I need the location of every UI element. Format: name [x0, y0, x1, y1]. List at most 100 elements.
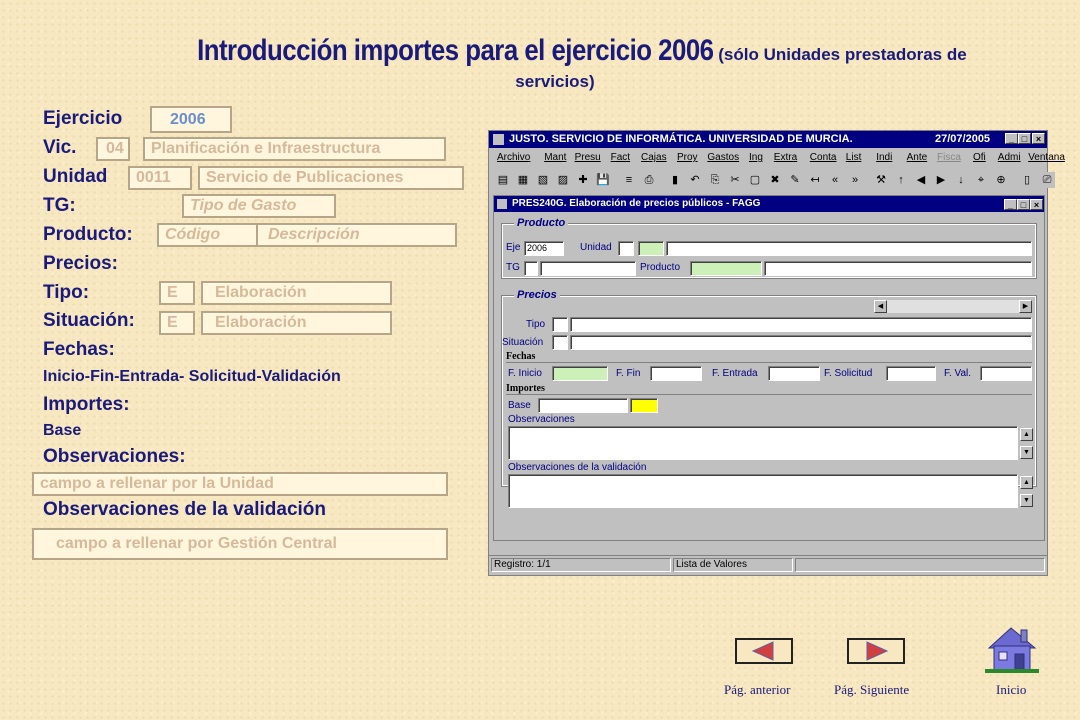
- up-icon[interactable]: ↑: [893, 172, 909, 188]
- undo-icon[interactable]: ↶: [687, 172, 703, 188]
- list-icon[interactable]: ≡: [621, 172, 637, 188]
- tg-desc-input[interactable]: [540, 261, 636, 276]
- unidad-green-input[interactable]: [638, 241, 664, 256]
- fsolicitud-input[interactable]: [886, 366, 936, 381]
- fval-input[interactable]: [980, 366, 1032, 381]
- target-icon[interactable]: ⌖: [973, 172, 989, 188]
- paste-icon[interactable]: ⎘: [707, 172, 723, 188]
- table-icon[interactable]: ▤: [495, 172, 511, 188]
- unidad-code-input[interactable]: [618, 241, 634, 256]
- filter-icon[interactable]: ▧: [535, 172, 551, 188]
- tipo-code-input[interactable]: [552, 317, 568, 332]
- left-icon[interactable]: ◀: [913, 172, 929, 188]
- menu-item-ing[interactable]: Ing: [749, 152, 763, 163]
- grid-icon[interactable]: ▦: [515, 172, 531, 188]
- inner-close-button[interactable]: ×: [1030, 199, 1043, 210]
- home-label[interactable]: Inicio: [996, 682, 1026, 698]
- menu-item-mant[interactable]: Mant: [544, 152, 566, 163]
- menu-item-admi[interactable]: Admi: [998, 152, 1021, 163]
- book-icon[interactable]: ▮: [667, 172, 683, 188]
- fentrada-input[interactable]: [768, 366, 820, 381]
- tg-code-input[interactable]: [524, 261, 538, 276]
- tipo-code-field[interactable]: E: [159, 281, 195, 305]
- menu-item-indi[interactable]: Indi: [876, 152, 892, 163]
- obsval-scroll-up-button[interactable]: ▲: [1020, 476, 1033, 489]
- menu-item-ante[interactable]: Ante: [907, 152, 928, 163]
- vic-code-field[interactable]: 04: [96, 137, 130, 161]
- menu-item-gastos[interactable]: Gastos: [707, 152, 739, 163]
- menu-item-extra[interactable]: Extra: [774, 152, 797, 163]
- menu-item-fact[interactable]: Fact: [611, 152, 630, 163]
- producto-code-field[interactable]: Código: [157, 223, 259, 247]
- obsval-scroll-down-button[interactable]: ▼: [1020, 494, 1033, 507]
- clear-icon[interactable]: ▢: [747, 172, 763, 188]
- print-icon[interactable]: ⎙: [641, 172, 657, 188]
- obs-validacion-textarea[interactable]: [508, 474, 1018, 508]
- ejercicio-field[interactable]: 2006: [150, 106, 232, 133]
- base-yellow-input[interactable]: [630, 398, 658, 413]
- tipo-desc-field[interactable]: Elaboración: [201, 281, 392, 305]
- situacion-desc-field[interactable]: Elaboración: [201, 311, 392, 335]
- first-icon[interactable]: ↤: [807, 172, 823, 188]
- zoom-icon[interactable]: ⊕: [993, 172, 1009, 188]
- minimize-button[interactable]: _: [1005, 133, 1018, 144]
- observaciones-field[interactable]: campo a rellenar por la Unidad: [32, 472, 448, 496]
- delete-icon[interactable]: ✖: [767, 172, 783, 188]
- add-icon[interactable]: ✚: [575, 172, 591, 188]
- ffin-input[interactable]: [650, 366, 702, 381]
- maximize-button[interactable]: □: [1018, 133, 1031, 144]
- eje-input[interactable]: 2006: [524, 241, 564, 256]
- right-icon[interactable]: ▶: [933, 172, 949, 188]
- tg-field[interactable]: Tipo de Gasto: [182, 194, 336, 218]
- producto-desc-input[interactable]: [764, 261, 1032, 276]
- menu-item-proy[interactable]: Proy: [677, 152, 698, 163]
- horizontal-scrollbar[interactable]: [874, 300, 1032, 313]
- menu-item-ventana[interactable]: Ventana: [1028, 152, 1065, 163]
- menu-item-list[interactable]: List: [846, 152, 862, 163]
- home-button[interactable]: [985, 624, 1039, 679]
- vic-label: Vic.: [43, 137, 77, 158]
- menu-item-presu[interactable]: Presu: [575, 152, 601, 163]
- next-block-icon[interactable]: »: [847, 172, 863, 188]
- next-page-label[interactable]: Pág. Siguiente: [834, 682, 909, 698]
- vic-desc-field[interactable]: Planificación e Infraestructura: [143, 137, 446, 161]
- finicio-input[interactable]: [552, 366, 608, 381]
- menu-item-conta[interactable]: Conta: [810, 152, 837, 163]
- clipboard-icon[interactable]: ▯: [1019, 172, 1035, 188]
- window-icon[interactable]: ⎚: [1039, 172, 1055, 188]
- menu-item-archivo[interactable]: Archivo: [497, 152, 530, 163]
- inner-maximize-button[interactable]: □: [1017, 199, 1030, 210]
- menu-item-ofi[interactable]: Ofi: [973, 152, 986, 163]
- scroll-left-button[interactable]: ◀: [874, 300, 887, 313]
- unidad-code-field[interactable]: 0011: [128, 166, 192, 190]
- tipo-desc-input[interactable]: [570, 317, 1032, 332]
- producto-code-input[interactable]: [690, 261, 762, 276]
- down-icon[interactable]: ↓: [953, 172, 969, 188]
- cut-icon[interactable]: ✂: [727, 172, 743, 188]
- producto-desc-field[interactable]: Descripción: [256, 223, 457, 247]
- copy-icon[interactable]: ▨: [555, 172, 571, 188]
- unidad-desc-field[interactable]: Servicio de Publicaciones: [198, 166, 464, 190]
- importes-label: Importes:: [43, 394, 130, 415]
- tools-icon[interactable]: ⚒: [873, 172, 889, 188]
- prev-page-button[interactable]: [735, 638, 793, 664]
- save-icon[interactable]: 💾: [595, 172, 611, 188]
- observaciones-textarea[interactable]: [508, 426, 1018, 460]
- edit-icon[interactable]: ✎: [787, 172, 803, 188]
- unidad-desc-input[interactable]: [666, 241, 1032, 256]
- next-page-button[interactable]: [847, 638, 905, 664]
- prev-block-icon[interactable]: «: [827, 172, 843, 188]
- scroll-right-button[interactable]: ▶: [1019, 300, 1032, 313]
- obs-scroll-down-button[interactable]: ▼: [1020, 446, 1033, 459]
- situacion-code-field[interactable]: E: [159, 311, 195, 335]
- obs-validacion-field[interactable]: campo a rellenar por Gestión Central: [32, 528, 448, 560]
- situacion-code-input[interactable]: [552, 335, 568, 350]
- inner-minimize-button[interactable]: _: [1004, 199, 1017, 210]
- close-button[interactable]: ×: [1032, 133, 1045, 144]
- prev-page-label[interactable]: Pág. anterior: [724, 682, 790, 698]
- obs-scroll-up-button[interactable]: ▲: [1020, 428, 1033, 441]
- menu-item-cajas[interactable]: Cajas: [641, 152, 667, 163]
- base-input[interactable]: [538, 398, 628, 413]
- situacion-desc-input[interactable]: [570, 335, 1032, 350]
- menu-item-fisca[interactable]: Fisca: [937, 152, 961, 163]
